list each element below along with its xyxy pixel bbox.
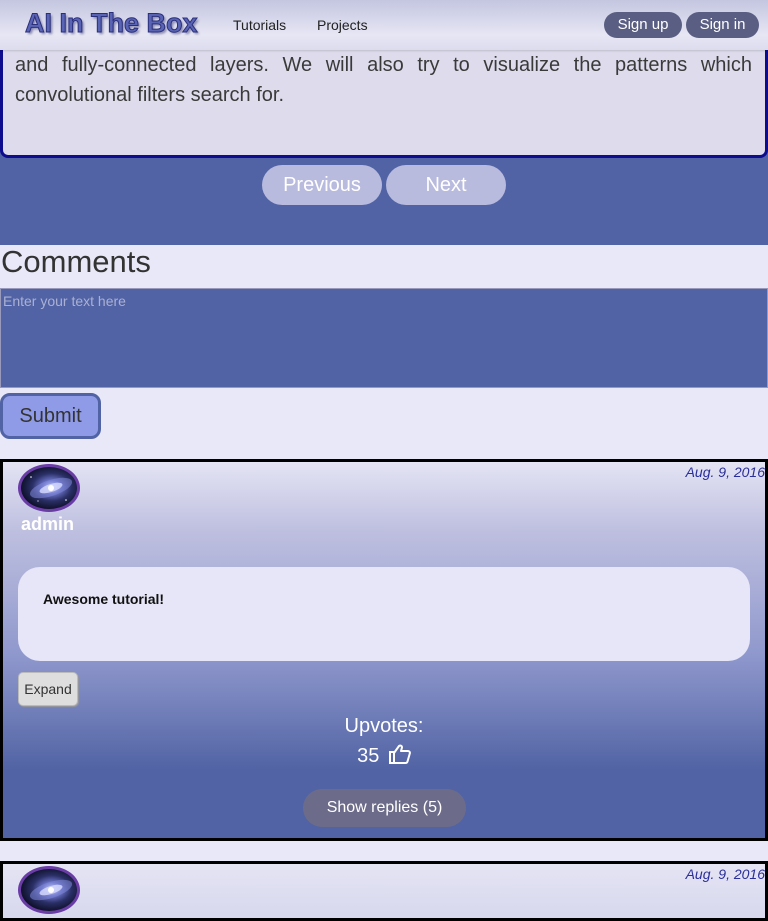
previous-button[interactable]: Previous <box>262 165 382 205</box>
signin-button[interactable]: Sign in <box>686 12 759 38</box>
comment-card: Aug. 9, 2016 admin Awesome tutorial! Exp… <box>0 459 768 841</box>
nav-link-projects[interactable]: Projects <box>317 17 368 33</box>
galaxy-icon <box>29 476 73 502</box>
show-replies-button[interactable]: Show replies (5) <box>303 789 466 827</box>
comment-text: Awesome tutorial! <box>18 567 750 661</box>
comment-card: Aug. 9, 2016 <box>0 861 768 921</box>
comments-heading: Comments <box>1 244 151 279</box>
avatar[interactable] <box>18 464 80 512</box>
upvotes-label: Upvotes: <box>344 715 424 737</box>
next-button[interactable]: Next <box>386 165 506 205</box>
signup-button[interactable]: Sign up <box>604 12 682 38</box>
brand-logo[interactable]: AI In The Box <box>25 8 199 39</box>
nav-link-tutorials[interactable]: Tutorials <box>233 17 286 33</box>
article-text: and fully-connected layers. We will also… <box>15 54 752 106</box>
comment-username[interactable]: admin <box>21 514 74 535</box>
avatar[interactable] <box>18 866 80 914</box>
thumbs-up-icon[interactable] <box>388 744 411 764</box>
galaxy-icon <box>29 879 73 901</box>
upvotes-row: 35 <box>3 744 765 768</box>
submit-button[interactable]: Submit <box>0 393 101 439</box>
navbar: AI In The Box Tutorials Projects Sign up… <box>0 0 768 50</box>
comment-date: Aug. 9, 2016 <box>685 464 765 480</box>
comment-date: Aug. 9, 2016 <box>685 866 765 882</box>
upvotes-count: 35 <box>357 745 380 767</box>
expand-button[interactable]: Expand <box>18 672 78 706</box>
comment-input[interactable] <box>0 288 768 388</box>
